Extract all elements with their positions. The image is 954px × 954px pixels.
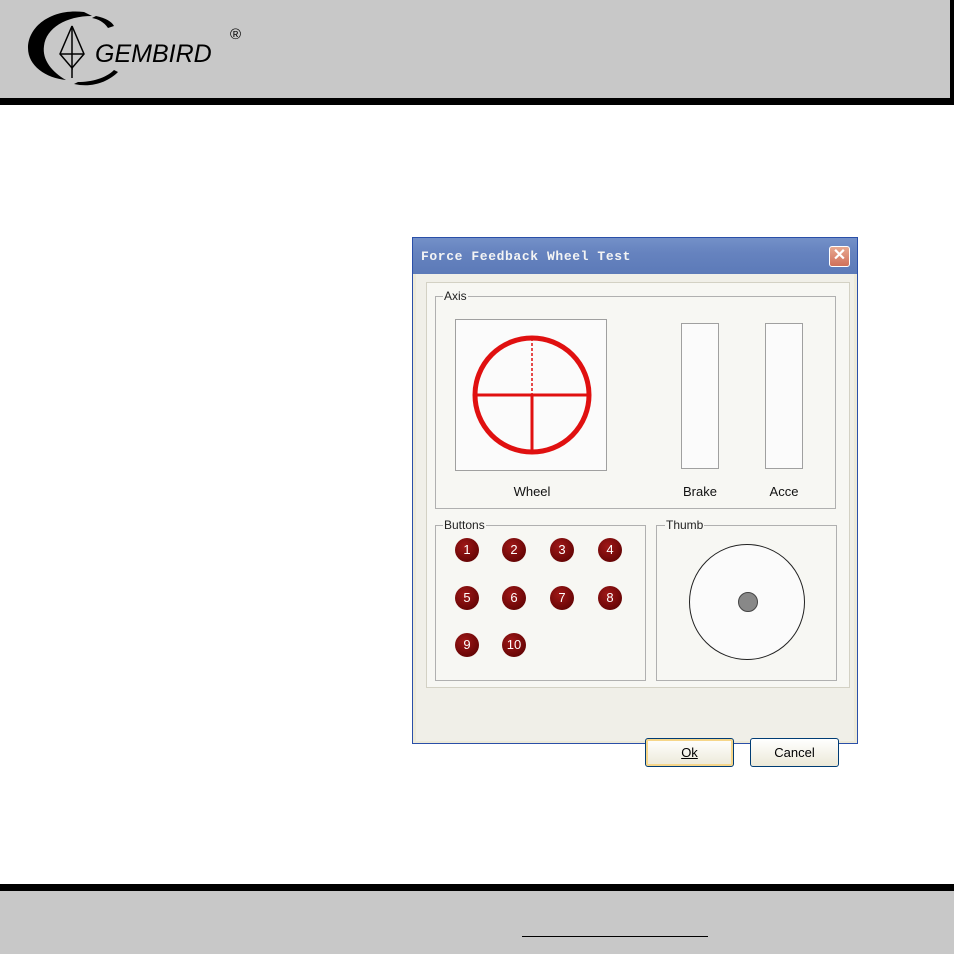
button-indicator-8: 8 bbox=[598, 586, 622, 610]
button-indicator-5: 5 bbox=[455, 586, 479, 610]
brake-label: Brake bbox=[683, 484, 717, 499]
crosshair-circle-icon bbox=[472, 335, 592, 455]
dialog-titlebar[interactable]: Force Feedback Wheel Test ✕ bbox=[413, 238, 857, 274]
gembird-logo: GEMBIRD ® bbox=[22, 6, 262, 90]
acce-label: Acce bbox=[769, 484, 799, 499]
button-indicator-3: 3 bbox=[550, 538, 574, 562]
thumb-ring bbox=[689, 544, 805, 660]
button-indicator-10: 10 bbox=[502, 633, 526, 657]
wheel-display bbox=[455, 319, 607, 471]
page-header: GEMBIRD ® bbox=[0, 0, 954, 105]
force-feedback-dialog: Force Feedback Wheel Test ✕ Axis Wheel B… bbox=[412, 237, 858, 767]
thumb-position-dot bbox=[738, 592, 758, 612]
axis-group-label: Axis bbox=[443, 289, 468, 303]
brake-bar bbox=[681, 323, 719, 469]
buttons-group-label: Buttons bbox=[443, 518, 486, 532]
button-indicator-4: 4 bbox=[598, 538, 622, 562]
button-indicator-1: 1 bbox=[455, 538, 479, 562]
thumb-group: Thumb bbox=[656, 518, 837, 681]
ok-button[interactable]: Ok bbox=[645, 738, 734, 767]
close-button[interactable]: ✕ bbox=[829, 246, 850, 267]
cancel-button-label: Cancel bbox=[774, 745, 815, 760]
dialog-client: Axis Wheel Brake Acce Buttons 1 2 3 4 5 … bbox=[416, 274, 854, 767]
dialog-title: Force Feedback Wheel Test bbox=[421, 249, 632, 264]
button-indicator-9: 9 bbox=[455, 633, 479, 657]
buttons-group: Buttons 1 2 3 4 5 6 7 8 9 10 bbox=[435, 518, 646, 681]
button-indicator-6: 6 bbox=[502, 586, 526, 610]
cancel-button[interactable]: Cancel bbox=[750, 738, 839, 767]
logo-text: GEMBIRD bbox=[95, 40, 212, 68]
thumb-group-label: Thumb bbox=[665, 518, 705, 532]
registered-mark: ® bbox=[230, 26, 242, 43]
axis-group: Axis Wheel Brake Acce bbox=[435, 289, 836, 509]
ok-button-label: Ok bbox=[681, 745, 698, 760]
footer-link-underline[interactable] bbox=[522, 925, 708, 937]
test-panel: Axis Wheel Brake Acce Buttons 1 2 3 4 5 … bbox=[426, 282, 850, 688]
acce-bar bbox=[765, 323, 803, 469]
wheel-label: Wheel bbox=[513, 484, 551, 499]
button-indicator-7: 7 bbox=[550, 586, 574, 610]
page-footer bbox=[0, 884, 954, 954]
close-icon: ✕ bbox=[832, 247, 847, 264]
button-indicator-2: 2 bbox=[502, 538, 526, 562]
